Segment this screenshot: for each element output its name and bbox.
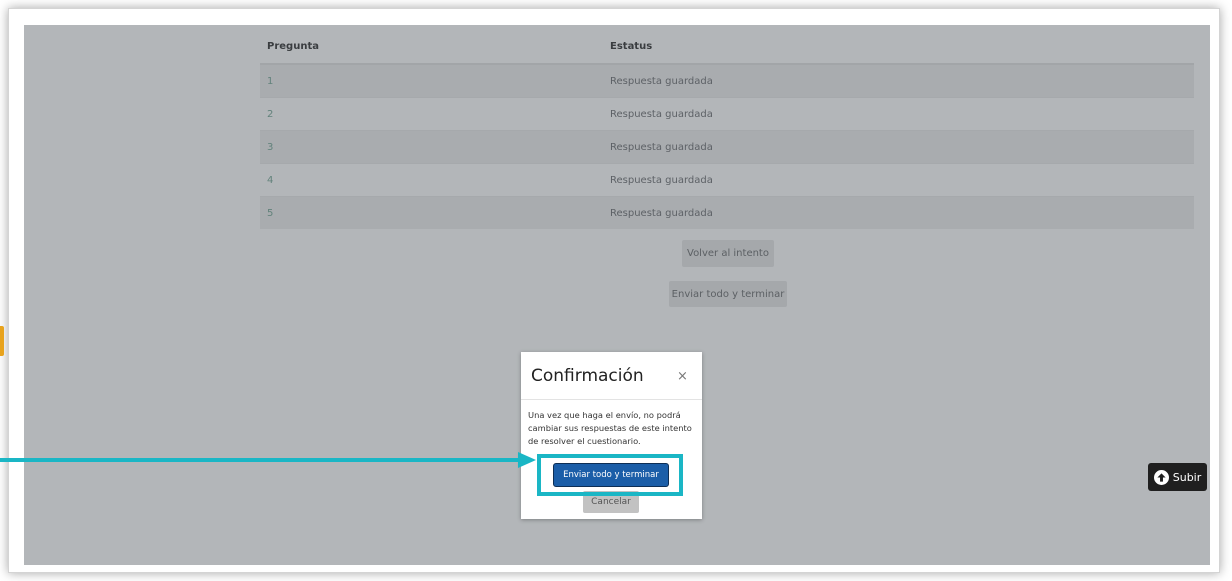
table-row: 5 Respuesta guardada: [260, 196, 1194, 229]
status-cell: Respuesta guardada: [604, 97, 1194, 131]
question-link[interactable]: 2: [267, 109, 273, 120]
attempt-summary-table: Pregunta Estatus 1 Respuesta guardada 2 …: [260, 30, 1194, 229]
dialog-message: Una vez que haga el envío, no podrá camb…: [528, 410, 692, 446]
question-cell: 3: [260, 130, 604, 164]
table-row: 2 Respuesta guardada: [260, 97, 1194, 131]
header-question: Pregunta: [260, 30, 604, 65]
table-row: 1 Respuesta guardada: [260, 63, 1194, 98]
status-cell: Respuesta guardada: [604, 163, 1194, 197]
highlight-box: [537, 454, 683, 496]
callout-line: [0, 458, 520, 462]
left-accent-tab: [0, 326, 4, 356]
scroll-top-label: Subir: [1172, 470, 1202, 484]
table-header-row: Pregunta Estatus: [260, 30, 1194, 65]
status-cell: Respuesta guardada: [604, 196, 1194, 229]
header-status: Estatus: [604, 30, 1194, 65]
arrow-right-icon: [518, 452, 536, 468]
question-cell: 4: [260, 163, 604, 197]
question-cell: 5: [260, 196, 604, 229]
status-cell: Respuesta guardada: [604, 130, 1194, 164]
scroll-top-button[interactable]: Subir: [1148, 463, 1207, 491]
submit-all-button[interactable]: Enviar todo y terminar: [669, 281, 787, 307]
question-cell: 1: [260, 63, 604, 98]
question-link[interactable]: 4: [267, 175, 273, 186]
close-icon[interactable]: ×: [677, 369, 688, 384]
table-row: 3 Respuesta guardada: [260, 130, 1194, 164]
question-link[interactable]: 5: [267, 208, 273, 219]
return-to-attempt-button[interactable]: Volver al intento: [682, 240, 774, 267]
question-cell: 2: [260, 97, 604, 131]
dialog-title: Confirmación: [531, 366, 644, 386]
question-link[interactable]: 1: [267, 76, 273, 87]
question-link[interactable]: 3: [267, 142, 273, 153]
arrow-up-circle-icon: [1153, 469, 1169, 485]
table-row: 4 Respuesta guardada: [260, 163, 1194, 197]
status-cell: Respuesta guardada: [604, 63, 1194, 98]
dialog-divider: [521, 399, 702, 400]
